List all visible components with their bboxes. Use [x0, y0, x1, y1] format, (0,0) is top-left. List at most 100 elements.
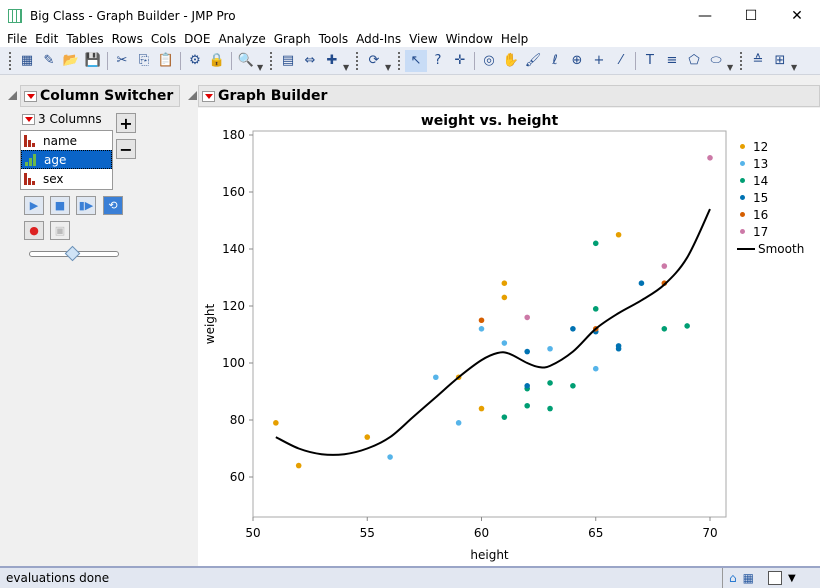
step-button[interactable]: ▮▶ [76, 196, 96, 215]
legend-item[interactable]: Smooth [737, 240, 804, 257]
run-script-icon[interactable]: ⟳ [363, 50, 385, 72]
menu-graph[interactable]: Graph [272, 31, 317, 47]
column-item-age[interactable]: age [21, 150, 112, 169]
brush-select-icon[interactable]: ◎ [478, 50, 500, 72]
menu-window[interactable]: Window [444, 31, 499, 47]
legend-item[interactable]: 12 [737, 138, 804, 155]
arrow-select-icon[interactable]: ↖ [405, 49, 427, 72]
paste-icon[interactable]: 📋 [155, 50, 177, 72]
column-item-name[interactable]: name [21, 131, 112, 150]
red-triangle-menu-icon[interactable] [22, 113, 35, 125]
toolbar-overflow-icon[interactable]: ▼ [791, 63, 801, 72]
toolbar-separator [231, 51, 232, 70]
sort-icon[interactable]: ≙ [747, 50, 769, 72]
record-button[interactable]: ● [24, 221, 44, 240]
toolbar-grip[interactable] [270, 51, 274, 70]
column-count: 3 Columns [22, 112, 102, 126]
menu-add-ins[interactable]: Add-Ins [354, 31, 407, 47]
cut-icon[interactable]: ✂ [111, 50, 133, 72]
hand-icon[interactable]: ✋ [500, 50, 522, 72]
maximize-button[interactable]: ☐ [728, 0, 774, 31]
new-data-table-icon[interactable]: ▦ [16, 50, 38, 72]
polygon-icon[interactable]: ⬠ [683, 50, 705, 72]
toolbar-separator [635, 51, 636, 70]
grid-icon[interactable]: ⊞ [769, 50, 791, 72]
menu-analyze[interactable]: Analyze [216, 31, 271, 47]
toolbar-overflow-icon[interactable]: ▼ [385, 63, 395, 72]
legend-item[interactable]: 14 [737, 172, 804, 189]
legend-label: Smooth [758, 241, 805, 256]
brush-icon[interactable]: 🖌 [522, 50, 544, 72]
close-button[interactable]: ✕ [774, 0, 820, 31]
column-resize-icon[interactable]: ⇔ [299, 50, 321, 72]
toolbar-grip[interactable] [9, 51, 13, 70]
column-item-sex[interactable]: sex [21, 169, 112, 188]
chart-title: weight vs. height [420, 113, 559, 129]
minimize-button[interactable]: — [682, 0, 728, 31]
menu-cols[interactable]: Cols [149, 31, 182, 47]
lock-icon[interactable]: 🔒 [206, 50, 228, 72]
red-triangle-menu-icon[interactable] [24, 90, 37, 102]
dropdown-arrow-icon[interactable]: ▼ [788, 573, 796, 584]
help-icon[interactable]: ? [427, 50, 449, 72]
menu-doe[interactable]: DOE [182, 31, 216, 47]
red-triangle-menu-icon[interactable] [202, 90, 215, 102]
legend-item[interactable]: 17 [737, 223, 804, 240]
toolbar-separator [474, 51, 475, 70]
crosshair-icon[interactable]: ✛ [449, 50, 471, 72]
slider-thumb[interactable] [64, 245, 81, 262]
save-icon[interactable]: 💾 [82, 50, 104, 72]
jmp-app-icon [8, 8, 22, 23]
data-table-icon[interactable]: ▦ [743, 571, 754, 585]
window-list-box[interactable] [767, 571, 782, 585]
toolbar-grip[interactable] [398, 51, 402, 70]
lasso-icon[interactable]: ℓ [544, 50, 566, 72]
graph-builder-title: Graph Builder [218, 88, 328, 104]
menu-rows[interactable]: Rows [110, 31, 149, 47]
menu-tools[interactable]: Tools [317, 31, 355, 47]
new-script-icon[interactable]: ✎ [38, 50, 60, 72]
menu-view[interactable]: View [407, 31, 443, 47]
stop-button[interactable]: ■ [50, 196, 70, 215]
legend-item[interactable]: 15 [737, 189, 804, 206]
plus-icon[interactable]: + [588, 50, 610, 72]
column-label: age [44, 152, 67, 167]
collapse-triangle-icon[interactable] [188, 91, 197, 100]
line-arrow-icon[interactable]: ≡ [661, 50, 683, 72]
add-rows-icon[interactable]: ✚ [321, 50, 343, 72]
loop-button[interactable]: ⟲ [103, 196, 123, 215]
toolbar-overflow-icon[interactable]: ▼ [343, 63, 353, 72]
remove-column-button[interactable]: − [116, 139, 136, 159]
save-disabled-icon: ▣ [50, 221, 70, 240]
legend-marker [740, 178, 745, 183]
preferences-icon[interactable]: ⚙ [184, 50, 206, 72]
copy-icon[interactable]: ⎘ [133, 50, 155, 72]
add-column-button[interactable]: + [116, 113, 136, 133]
graph-builder-header: Graph Builder [198, 85, 820, 107]
menu-help[interactable]: Help [499, 31, 534, 47]
annotate-icon[interactable]: T [639, 50, 661, 72]
legend-item[interactable]: 13 [737, 155, 804, 172]
column-switcher-header: Column Switcher [20, 85, 180, 107]
play-button[interactable]: ▶ [24, 196, 44, 215]
toolbar-overflow-icon[interactable]: ▼ [727, 63, 737, 72]
toolbar-overflow-icon[interactable]: ▼ [257, 63, 267, 72]
menu-tables[interactable]: Tables [64, 31, 109, 47]
open-icon[interactable]: 📂 [60, 50, 82, 72]
home-icon[interactable]: ⌂ [729, 571, 737, 585]
search-icon[interactable]: 🔍 [235, 50, 257, 72]
column-list[interactable]: name age sex [20, 130, 113, 190]
zoom-icon[interactable]: ⊕ [566, 50, 588, 72]
toolbar-grip[interactable] [740, 51, 744, 70]
collapse-triangle-icon[interactable] [8, 91, 17, 100]
menu-edit[interactable]: Edit [33, 31, 64, 47]
toolbar-separator [107, 51, 108, 70]
ruler-icon[interactable]: ⁄ [610, 50, 632, 72]
ellipse-icon[interactable]: ⬭ [705, 50, 727, 72]
toolbar-grip[interactable] [356, 51, 360, 70]
legend-item[interactable]: 16 [737, 206, 804, 223]
data-grid-icon[interactable]: ▤ [277, 50, 299, 72]
menu-file[interactable]: File [5, 31, 33, 47]
toolbar-separator [180, 51, 181, 70]
status-bar: evaluations done ⌂ ▦ ▼ [0, 566, 820, 588]
